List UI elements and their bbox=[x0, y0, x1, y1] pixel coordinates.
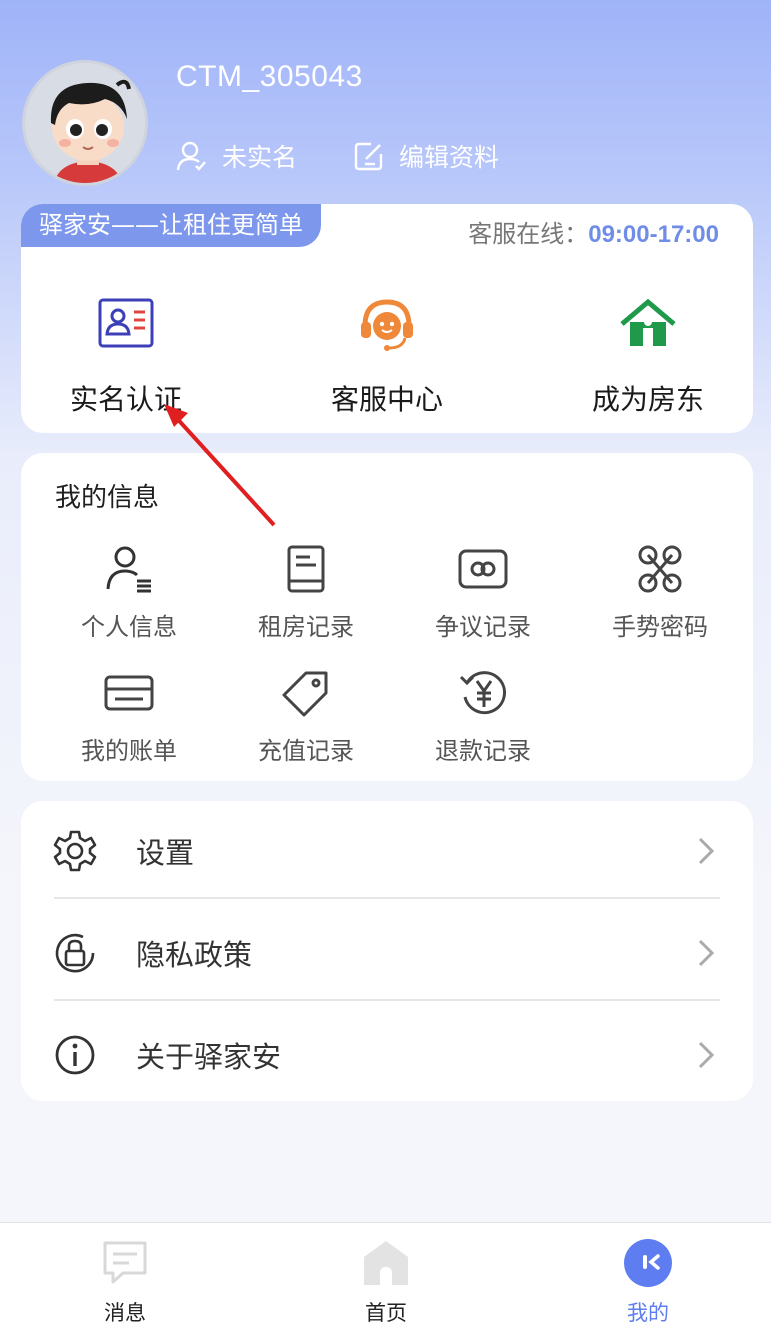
service-hours: 客服在线：09:00-17:00 bbox=[468, 214, 719, 249]
rental-record-label: 租房记录 bbox=[258, 613, 354, 641]
divider bbox=[54, 999, 720, 1001]
tab-messages-label: 消息 bbox=[104, 1301, 146, 1323]
privacy-lock-icon bbox=[55, 933, 95, 973]
gear-icon bbox=[53, 830, 97, 872]
verify-status-label: 未实名 bbox=[222, 143, 298, 172]
id-card-icon bbox=[98, 298, 154, 348]
tab-home[interactable]: 首页 bbox=[316, 1237, 456, 1323]
message-icon bbox=[103, 1241, 147, 1284]
tab-messages[interactable]: 消息 bbox=[55, 1237, 195, 1323]
personal-info-button[interactable]: 个人信息 bbox=[39, 543, 219, 642]
edit-profile-label: 编辑资料 bbox=[399, 143, 500, 172]
my-info-card: 我的信息 个人信息 租房记录 争议记录 手势密码 我的账单 充值记录 退款记录 bbox=[21, 453, 753, 781]
verify-status-button[interactable]: 未实名 bbox=[176, 138, 297, 174]
recharge-record-button[interactable]: 充值记录 bbox=[216, 667, 396, 766]
rental-record-icon bbox=[287, 545, 325, 593]
personal-info-icon bbox=[106, 546, 151, 593]
headset-icon bbox=[361, 299, 413, 351]
divider bbox=[54, 897, 720, 899]
privacy-policy-row[interactable]: 隐私政策 bbox=[21, 903, 753, 1003]
dispute-record-label: 争议记录 bbox=[435, 613, 531, 641]
my-bill-label: 我的账单 bbox=[81, 737, 177, 765]
user-outline-icon bbox=[176, 141, 206, 171]
cartoon-avatar-icon bbox=[25, 63, 145, 183]
gesture-password-icon bbox=[638, 545, 682, 593]
gesture-password-label: 手势密码 bbox=[612, 613, 708, 641]
about-row[interactable]: 关于驿家安 bbox=[21, 1005, 753, 1105]
menu-card: 设置 隐私政策 关于驿家安 bbox=[21, 801, 753, 1101]
dispute-record-button[interactable]: 争议记录 bbox=[393, 543, 573, 642]
profile-actions: 未实名 编辑资料 bbox=[176, 136, 555, 176]
privacy-policy-label: 隐私政策 bbox=[136, 938, 253, 972]
settings-row[interactable]: 设置 bbox=[21, 801, 753, 901]
info-icon bbox=[55, 1035, 95, 1075]
settings-label: 设置 bbox=[136, 836, 195, 870]
username: CTM_305043 bbox=[176, 60, 363, 93]
customer-service-label: 客服中心 bbox=[330, 383, 443, 416]
mine-icon bbox=[624, 1239, 672, 1287]
rental-record-button[interactable]: 租房记录 bbox=[216, 543, 396, 642]
edit-icon bbox=[354, 142, 383, 171]
edit-profile-button[interactable]: 编辑资料 bbox=[353, 138, 499, 174]
service-card: 驿家安——让租住更简单 客服在线：09:00-17:00 实名认证 客服中心 成… bbox=[21, 204, 753, 433]
tab-bar: 消息 首页 我的 bbox=[0, 1222, 771, 1323]
chevron-right-icon bbox=[698, 837, 715, 865]
service-hours-time: 09:00-17:00 bbox=[588, 221, 719, 248]
refund-record-button[interactable]: 退款记录 bbox=[393, 667, 573, 766]
gesture-password-button[interactable]: 手势密码 bbox=[570, 543, 750, 642]
house-icon bbox=[620, 298, 676, 346]
my-info-title: 我的信息 bbox=[55, 483, 160, 513]
chevron-right-icon bbox=[698, 939, 715, 967]
bill-icon bbox=[104, 675, 154, 711]
become-landlord-label: 成为房东 bbox=[591, 383, 704, 416]
home-icon bbox=[364, 1241, 408, 1285]
about-label: 关于驿家安 bbox=[136, 1040, 282, 1074]
service-hours-label: 客服在线： bbox=[468, 220, 589, 248]
tab-mine-label: 我的 bbox=[627, 1301, 669, 1323]
avatar[interactable] bbox=[22, 60, 148, 186]
become-landlord-button[interactable]: 成为房东 bbox=[548, 292, 748, 418]
recharge-icon bbox=[282, 671, 328, 717]
chevron-right-icon bbox=[698, 1041, 715, 1069]
personal-info-label: 个人信息 bbox=[81, 613, 177, 641]
refund-icon bbox=[459, 671, 506, 715]
tab-mine[interactable]: 我的 bbox=[578, 1237, 718, 1323]
my-bill-button[interactable]: 我的账单 bbox=[39, 667, 219, 766]
recharge-record-label: 充值记录 bbox=[258, 737, 354, 765]
dispute-record-icon bbox=[458, 549, 508, 589]
tab-home-label: 首页 bbox=[365, 1301, 407, 1323]
slogan-banner: 驿家安——让租住更简单 bbox=[21, 204, 321, 247]
refund-record-label: 退款记录 bbox=[435, 737, 531, 765]
annotation-arrow-icon bbox=[164, 404, 276, 527]
customer-service-button[interactable]: 客服中心 bbox=[287, 292, 487, 418]
